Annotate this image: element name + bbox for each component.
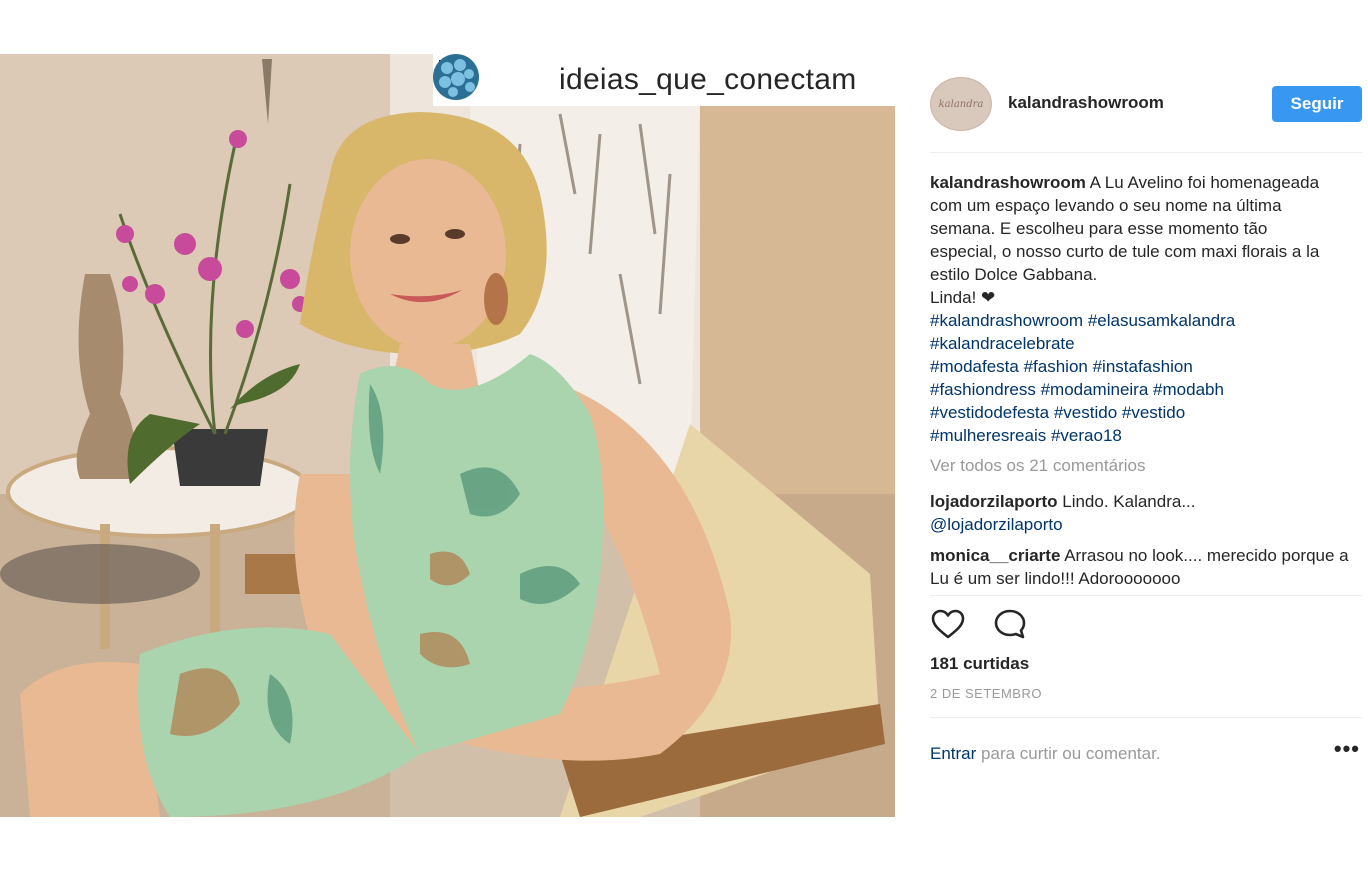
login-prompt-text: para curtir ou comentar.: [981, 744, 1161, 763]
hashtag[interactable]: #vestido: [1122, 403, 1185, 422]
hashtag[interactable]: #fashiondress: [930, 380, 1036, 399]
comment-text: Lindo. Kalandra...: [1062, 492, 1196, 511]
hashtag[interactable]: #modabh: [1153, 380, 1224, 399]
view-all-comments-link[interactable]: Ver todos os 21 comentários: [930, 456, 1362, 476]
likes-count[interactable]: 181 curtidas: [930, 654, 1362, 674]
hashtag[interactable]: #mulheresreais: [930, 426, 1046, 445]
hashtag[interactable]: #modafesta: [930, 357, 1019, 376]
hashtag[interactable]: #vestido: [1054, 403, 1117, 422]
regram-avatar-icon: [433, 54, 545, 103]
hashtag[interactable]: #fashion: [1024, 357, 1088, 376]
caption-username[interactable]: kalandrashowroom: [930, 173, 1086, 192]
photo-illustration: [0, 54, 895, 817]
follow-button[interactable]: Seguir: [1272, 86, 1362, 122]
hashtag[interactable]: #instafashion: [1093, 357, 1193, 376]
login-link[interactable]: Entrar: [930, 744, 976, 763]
login-prompt: Entrar para curtir ou comentar.: [930, 744, 1161, 764]
post-header: kalandra kalandrashowroom Seguir: [930, 54, 1362, 153]
hashtag[interactable]: #verao18: [1051, 426, 1122, 445]
like-heart-icon[interactable]: [930, 606, 966, 642]
post-date[interactable]: 2 DE SETEMBRO: [930, 686, 1362, 701]
regram-banner: ideias_que_conectam: [433, 54, 895, 106]
regram-account-name: ideias_que_conectam: [559, 63, 857, 96]
comment-item: monica__criarte Arrasou no look.... mere…: [930, 544, 1350, 590]
hashtag[interactable]: #modamineira: [1041, 380, 1149, 399]
author-avatar[interactable]: kalandra: [930, 77, 992, 131]
comment-mention[interactable]: @lojadorzilaporto: [930, 515, 1063, 534]
author-username[interactable]: kalandrashowroom: [1008, 93, 1164, 113]
post-footer: Entrar para curtir ou comentar. •••: [930, 717, 1362, 794]
comment-item: lojadorzilaporto Lindo. Kalandra... @loj…: [930, 490, 1350, 536]
hashtag[interactable]: #kalandrashowroom: [930, 311, 1083, 330]
post-sidebar: kalandra kalandrashowroom Seguir kalandr…: [930, 54, 1362, 794]
comment-bubble-icon[interactable]: [992, 606, 1028, 642]
post-photo[interactable]: ideias_que_conectam: [0, 54, 895, 817]
comment-username[interactable]: monica__criarte: [930, 546, 1060, 565]
hashtag[interactable]: #vestidodefesta: [930, 403, 1049, 422]
more-options-icon[interactable]: •••: [1334, 736, 1360, 762]
comment-username[interactable]: lojadorzilaporto: [930, 492, 1058, 511]
hashtag[interactable]: #kalandracelebrate: [930, 334, 1075, 353]
caption-line-linda: Linda! ❤: [930, 288, 996, 307]
post-actions: [930, 596, 1362, 652]
avatar-logo-text: kalandra: [938, 98, 984, 110]
hashtag[interactable]: #elasusamkalandra: [1088, 311, 1235, 330]
post-caption: kalandrashowroom A Lu Avelino foi homena…: [930, 171, 1330, 447]
